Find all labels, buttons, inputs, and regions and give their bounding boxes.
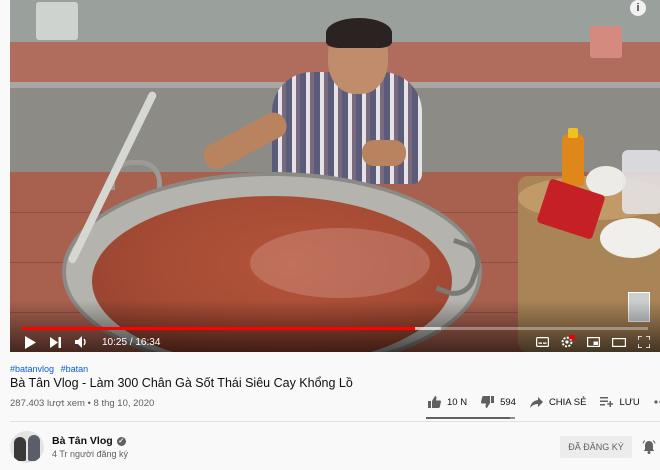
miniplayer-icon[interactable] <box>587 334 600 350</box>
scene-bowl <box>600 218 660 258</box>
save-label: LƯU <box>619 396 640 408</box>
like-ratio-fill <box>426 417 510 419</box>
theater-mode-icon[interactable] <box>612 334 626 350</box>
subscribed-button[interactable]: ĐÃ ĐĂNG KÝ <box>560 436 632 458</box>
time-current: 10:25 <box>102 336 128 348</box>
action-bar: 10 N 594 CHIA SẺ LƯU <box>428 396 660 408</box>
divider <box>10 421 660 422</box>
scene-person-arm <box>362 140 406 166</box>
subscriber-count: 4 Tr người đăng ký <box>52 449 128 459</box>
publish-date: 8 thg 10, 2020 <box>93 398 155 409</box>
channel-name[interactable]: Bà Tân Vlog <box>52 435 113 447</box>
more-actions-button[interactable] <box>654 400 660 404</box>
notification-bell-icon[interactable] <box>642 440 656 454</box>
scene-bottle <box>562 134 584 186</box>
scene-bottle-cap <box>568 128 578 138</box>
next-icon[interactable] <box>50 334 61 350</box>
scene-bin <box>36 2 78 40</box>
player-controls: 10:25 / 16:34 <box>24 334 650 350</box>
progress-played <box>22 327 416 330</box>
like-button[interactable]: 10 N <box>428 396 467 408</box>
scene-person-hair <box>326 18 392 48</box>
verified-badge-icon: ✓ <box>116 436 126 446</box>
channel-avatar[interactable] <box>10 431 44 463</box>
playlist-add-icon <box>600 397 614 407</box>
more-horizontal-icon <box>654 400 660 404</box>
hashtag-link[interactable]: #batanvlog <box>10 364 54 374</box>
progress-bar[interactable] <box>22 327 648 330</box>
share-label: CHIA SẺ <box>548 396 587 408</box>
scene-pail <box>590 26 622 58</box>
dislike-count: 594 <box>500 396 516 408</box>
hashtag-list: #batanvlog #batan <box>10 364 92 374</box>
hashtag-link[interactable]: #batan <box>61 364 89 374</box>
like-count: 10 N <box>447 396 468 408</box>
video-title: Bà Tân Vlog - Làm 300 Chân Gà Sốt Thái S… <box>10 376 353 390</box>
save-button[interactable]: LƯU <box>600 396 640 408</box>
scene-jug <box>622 150 660 214</box>
share-button[interactable]: CHIA SẺ <box>529 396 587 408</box>
thumbs-down-icon <box>481 396 495 408</box>
volume-icon[interactable] <box>75 334 88 350</box>
dislike-button[interactable]: 594 <box>481 396 516 408</box>
play-icon[interactable] <box>24 334 36 350</box>
share-arrow-icon <box>529 396 543 408</box>
video-player[interactable]: i 10:25 / 16:34 <box>10 0 660 352</box>
time-display: 10:25 / 16:34 <box>102 337 160 348</box>
fullscreen-icon[interactable] <box>638 334 650 350</box>
thumbs-up-icon <box>428 396 441 408</box>
like-ratio-bar <box>426 417 515 419</box>
settings-gear-icon[interactable] <box>561 334 575 350</box>
progress-buffered <box>415 327 442 330</box>
subtitles-icon[interactable] <box>536 334 549 350</box>
view-count: 287.403 lượt xem <box>10 398 85 409</box>
channel-name-row: Bà Tân Vlog ✓ <box>52 435 126 447</box>
info-icon[interactable]: i <box>630 0 646 16</box>
scene-steam <box>250 228 430 298</box>
stats-separator: • <box>87 398 91 409</box>
time-separator: / <box>129 336 133 348</box>
video-stats: 287.403 lượt xem • 8 thg 10, 2020 <box>10 398 154 409</box>
time-total: 16:34 <box>135 336 161 348</box>
